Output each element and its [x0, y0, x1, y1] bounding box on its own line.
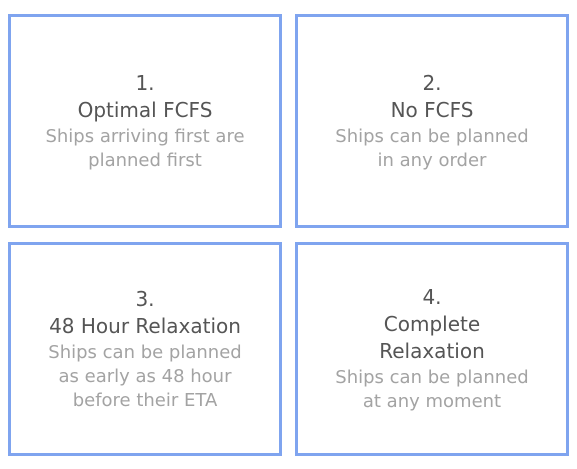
option-title: No FCFS [390, 97, 474, 122]
option-description: Ships can be planned in any order [335, 125, 529, 171]
option-title: Complete Relaxation [379, 312, 485, 363]
option-card-no-fcfs[interactable]: 2. No FCFS Ships can be planned in any o… [295, 14, 569, 228]
option-description: Ships can be planned at any moment [335, 367, 529, 412]
option-title: 48 Hour Relaxation [49, 313, 241, 338]
option-description: Ships arriving first are planned first [45, 125, 245, 171]
option-number: 1. [135, 70, 155, 95]
option-card-optimal-fcfs[interactable]: 1. Optimal FCFS Ships arriving first are… [8, 14, 282, 228]
option-title: Optimal FCFS [77, 97, 213, 122]
option-number: 4. [422, 285, 442, 309]
option-number: 3. [135, 286, 155, 311]
option-card-48-hour-relaxation[interactable]: 3. 48 Hour Relaxation Ships can be plann… [8, 242, 282, 456]
option-number: 2. [422, 70, 442, 95]
option-card-complete-relaxation[interactable]: 4. Complete Relaxation Ships can be plan… [295, 242, 569, 456]
option-description: Ships can be planned as early as 48 hour… [48, 341, 242, 411]
